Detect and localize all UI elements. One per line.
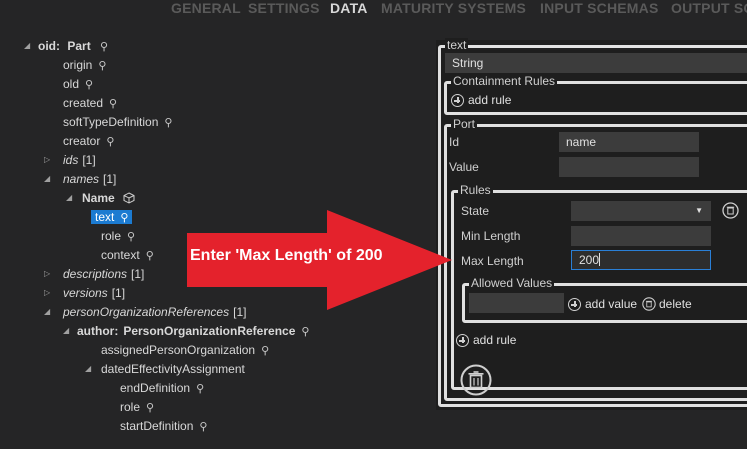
callout-text: Enter 'Max Length' of 200 [190,247,383,264]
callout-arrow [187,210,452,310]
